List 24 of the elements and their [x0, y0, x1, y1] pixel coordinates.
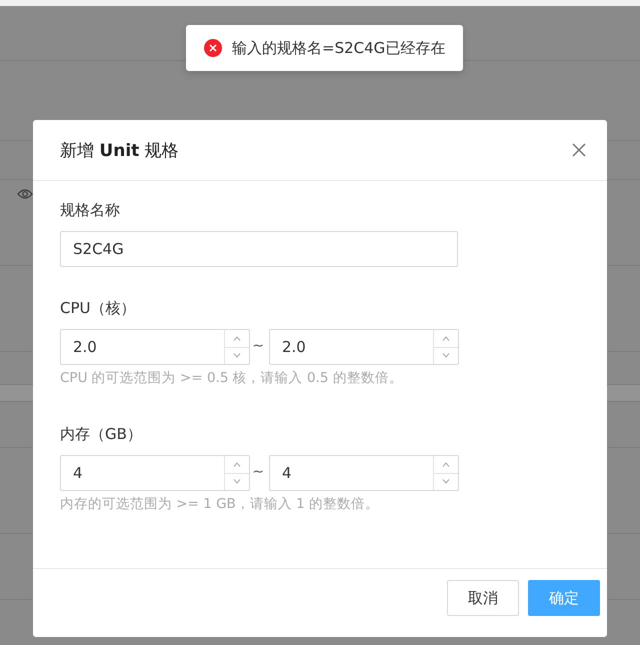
up-chevron-icon[interactable] — [233, 462, 241, 467]
down-chevron-icon[interactable] — [233, 479, 241, 484]
down-chevron-icon[interactable] — [442, 353, 450, 358]
field-label: CPU（核） — [60, 299, 136, 318]
input-field[interactable]: S2C4G — [60, 231, 458, 267]
dialog-title: 新增 Unit 规格 — [60, 140, 179, 162]
toast-message: 输入的规格名=S2C4G已经存在 — [232, 38, 446, 58]
down-chevron-icon[interactable] — [233, 353, 241, 358]
down-chevron-icon[interactable] — [442, 479, 450, 484]
eye-icon[interactable] — [17, 188, 33, 200]
help-text: CPU 的可选范围为 >= 0.5 核，请输入 0.5 的整数倍。 — [60, 369, 404, 387]
up-chevron-icon[interactable] — [442, 462, 450, 467]
cancel-button[interactable]: 取消 — [447, 580, 519, 616]
number-field[interactable]: 4 — [269, 455, 459, 491]
field-label: 内存（GB） — [60, 425, 143, 444]
number-field[interactable]: 2.0 — [269, 329, 459, 365]
up-chevron-icon[interactable] — [442, 336, 450, 341]
range-separator: ~ — [252, 464, 264, 480]
field-label: 规格名称 — [60, 201, 121, 220]
range-separator: ~ — [252, 338, 264, 354]
error-icon — [204, 39, 222, 57]
up-chevron-icon[interactable] — [233, 336, 241, 341]
help-text: 内存的可选范围为 >= 1 GB，请输入 1 的整数倍。 — [60, 495, 380, 513]
close-icon[interactable] — [572, 143, 586, 157]
